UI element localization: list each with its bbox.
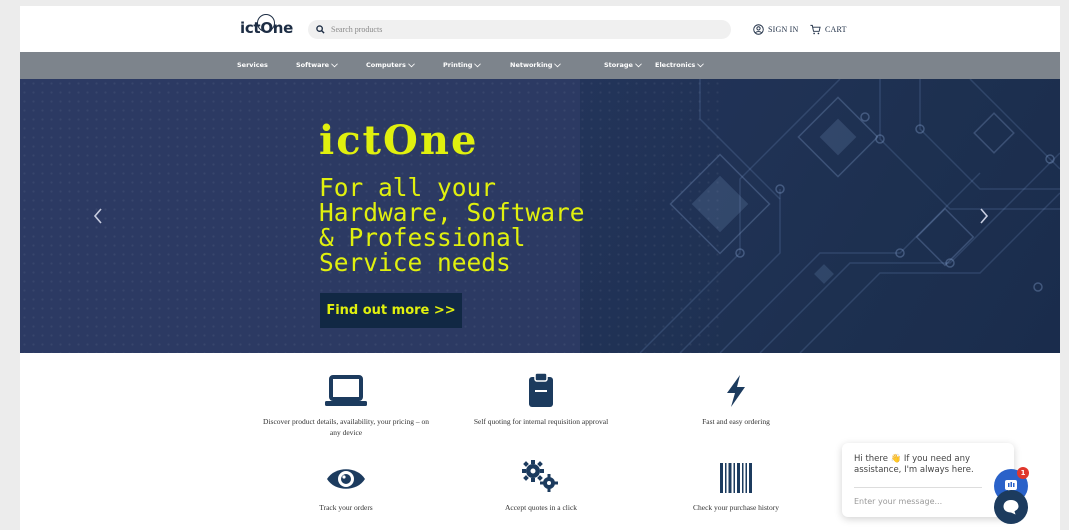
gears-icon bbox=[522, 460, 558, 492]
feature-accept-quotes: Accept quotes in a click bbox=[456, 454, 626, 513]
nav-label: Computers bbox=[366, 61, 406, 69]
search-icon bbox=[316, 25, 325, 34]
chevron-down-icon bbox=[331, 62, 338, 67]
logo-suffix: ne bbox=[272, 19, 294, 37]
nav-label: Software bbox=[296, 61, 330, 69]
nav-item-networking[interactable]: Networking bbox=[510, 61, 562, 69]
nav-item-computers[interactable]: Computers bbox=[366, 61, 415, 69]
feature-caption: Check your purchase history bbox=[692, 503, 780, 512]
hero-tagline: For all your Hardware, Software & Profes… bbox=[319, 173, 585, 277]
ictone-logo[interactable]: ictOne bbox=[240, 14, 294, 37]
feature-caption: Discover product details, availability, … bbox=[263, 417, 429, 437]
nav-label: Networking bbox=[510, 61, 553, 69]
laptop-icon bbox=[325, 375, 367, 406]
barcode-icon bbox=[720, 463, 752, 493]
clipboard-icon bbox=[529, 372, 553, 407]
search-bar[interactable] bbox=[308, 20, 731, 39]
feature-track-orders: Track your orders bbox=[261, 454, 431, 513]
nav-item-software[interactable]: Software bbox=[296, 61, 338, 69]
eye-icon bbox=[327, 469, 365, 489]
chat-divider bbox=[854, 487, 982, 488]
nav-label: Electronics bbox=[655, 61, 696, 69]
feature-caption: Accept quotes in a click bbox=[504, 503, 578, 512]
feature-caption: Track your orders bbox=[319, 503, 373, 512]
carousel-next-arrow[interactable] bbox=[977, 207, 991, 225]
nav-item-storage[interactable]: Storage bbox=[604, 61, 642, 69]
chat-popup: Hi there 👋 If you need any assistance, I… bbox=[842, 443, 1014, 517]
sign-in-link[interactable]: SIGN IN bbox=[753, 24, 799, 35]
logo-ring: O bbox=[257, 14, 276, 37]
nav-item-services[interactable]: Services bbox=[237, 61, 268, 69]
sign-in-label: SIGN IN bbox=[768, 25, 799, 34]
chevron-down-icon bbox=[697, 62, 705, 67]
site-header: ictOne SIGN IN CART bbox=[20, 6, 1060, 52]
lightning-icon bbox=[727, 375, 745, 407]
chat-bubble-button[interactable] bbox=[994, 490, 1028, 524]
nav-item-electronics[interactable]: Electronics bbox=[655, 61, 705, 69]
cart-label: CART bbox=[825, 25, 847, 34]
feature-product-details: Discover product details, availability, … bbox=[261, 368, 431, 438]
user-icon bbox=[753, 24, 764, 35]
feature-caption: Self quoting for internal requisition ap… bbox=[473, 417, 609, 426]
chat-greeting: Hi there 👋 If you need any assistance, I… bbox=[854, 454, 974, 475]
nav-label: Storage bbox=[604, 61, 633, 69]
speech-bubble-icon bbox=[1003, 500, 1019, 515]
cart-icon bbox=[810, 24, 821, 35]
chevron-down-icon bbox=[474, 62, 482, 67]
hero-banner: ictOne For all your Hardware, Software &… bbox=[20, 79, 1060, 353]
chevron-down-icon bbox=[635, 62, 642, 67]
feature-caption: Fast and easy ordering bbox=[702, 417, 770, 426]
chat-unread-badge: 1 bbox=[1017, 467, 1029, 479]
nav-label: Printing bbox=[443, 61, 473, 69]
carousel-prev-arrow[interactable] bbox=[91, 207, 105, 225]
feature-fast-ordering: Fast and easy ordering bbox=[651, 368, 821, 427]
hero-title: ictOne bbox=[319, 117, 479, 164]
nav-label: Services bbox=[237, 61, 268, 69]
nav-item-printing[interactable]: Printing bbox=[443, 61, 482, 69]
feature-self-quoting: Self quoting for internal requisition ap… bbox=[456, 368, 626, 427]
chevron-down-icon bbox=[408, 62, 415, 67]
chat-message-input[interactable] bbox=[854, 497, 972, 506]
find-out-more-button[interactable]: Find out more >> bbox=[320, 293, 462, 328]
feature-purchase-history: Check your purchase history bbox=[651, 454, 821, 513]
chevron-down-icon bbox=[554, 62, 562, 67]
search-input[interactable] bbox=[331, 25, 711, 34]
main-nav: Services Software Computers Printing Net… bbox=[20, 52, 1060, 79]
cart-link[interactable]: CART bbox=[810, 24, 847, 35]
